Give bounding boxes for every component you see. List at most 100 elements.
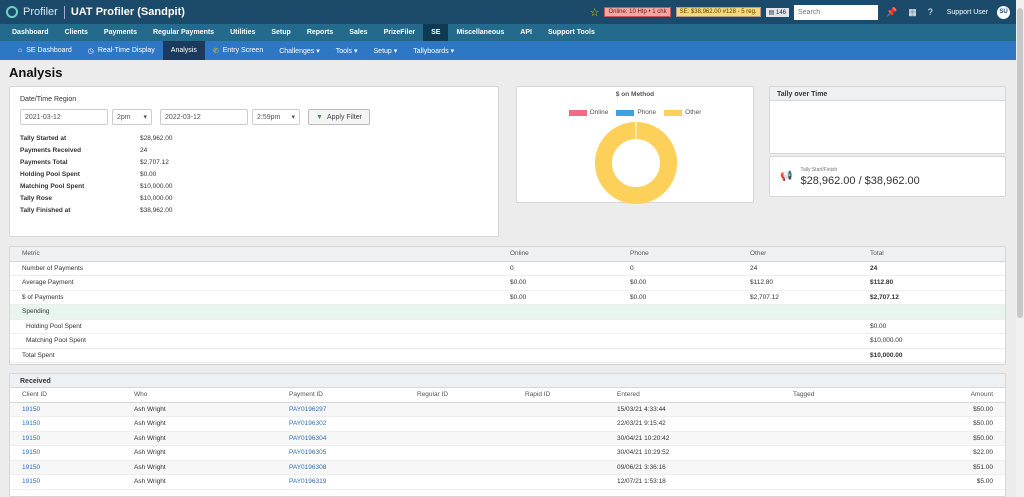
nav-se[interactable]: SE: [423, 24, 449, 41]
page-title: Analysis: [9, 65, 63, 80]
nav-utilities[interactable]: Utilities: [222, 24, 263, 41]
cell: [513, 474, 605, 490]
cell: [513, 402, 605, 417]
spending-section-row: Spending: [10, 304, 1005, 320]
cell: [513, 416, 605, 432]
nav-support-tools[interactable]: Support Tools: [540, 24, 603, 41]
start-finish-value: $28,962.00 / $38,962.00: [800, 174, 920, 187]
subnav-analysis[interactable]: Analysis: [162, 41, 205, 60]
end-time-select[interactable]: 2:59pm ▾: [252, 109, 300, 125]
divider: [63, 5, 65, 19]
column-header[interactable]: Client ID: [10, 388, 122, 403]
nav-payments[interactable]: Payments: [96, 24, 145, 41]
start-date-input[interactable]: 2021-03-12: [20, 109, 108, 125]
column-header[interactable]: Regular ID: [405, 388, 513, 403]
se-status-badge[interactable]: SE: $38,962.00 #128 - 5 reg.: [675, 7, 761, 17]
stat-value: $2,707.12: [140, 159, 169, 166]
home-icon: ⌂: [18, 47, 23, 54]
cell[interactable]: PAY0196305: [277, 445, 405, 461]
scrollbar[interactable]: [1016, 0, 1024, 497]
received-title: Received: [10, 374, 1005, 388]
cell: Ash Wright: [122, 431, 277, 446]
cell: Number of Payments: [10, 261, 498, 276]
filter-row: 2021-03-12 2pm ▾ 2022-03-12 2:59pm ▾ ▼ Appl…: [20, 109, 488, 125]
nav-api[interactable]: API: [512, 24, 540, 41]
cell[interactable]: 19150: [10, 474, 122, 490]
metrics-table-card: Metric Online Phone Other Total Number o…: [9, 246, 1006, 365]
cell[interactable]: PAY0196302: [277, 416, 405, 432]
cell[interactable]: PAY0196319: [277, 474, 405, 490]
cell: $0.00: [498, 290, 618, 305]
scrollbar-thumb[interactable]: [1017, 8, 1023, 318]
stat-label: Payments Total: [20, 159, 68, 166]
cell: $50.00: [901, 431, 1005, 446]
column-header[interactable]: Entered: [605, 388, 781, 403]
nav-prizefiler[interactable]: PrizeFiler: [376, 24, 424, 41]
cell: 24: [858, 261, 1005, 276]
start-time-select[interactable]: 2pm ▾: [112, 109, 152, 125]
top-bar: Profiler UAT Profiler (Sandpit) ☆ Online…: [0, 0, 1016, 24]
method-chart-card: $ on Method Online Phone Other: [516, 86, 754, 204]
table-row: $ of Payments $0.00 $0.00 $2,707.12 $2,7…: [10, 290, 1005, 305]
count-badge[interactable]: ▤ 146: [765, 7, 789, 17]
cell: $112.80: [858, 275, 1005, 291]
user-name[interactable]: Support User: [947, 9, 988, 16]
cell[interactable]: PAY0196297: [277, 402, 405, 417]
cell: Average Payment: [10, 275, 498, 291]
nav-miscellaneous[interactable]: Miscellaneous: [448, 24, 512, 41]
cell[interactable]: 19150: [10, 402, 122, 417]
subnav-challenges[interactable]: Challenges ▾: [271, 41, 327, 60]
column-header[interactable]: Who: [122, 388, 277, 403]
cell: [781, 431, 901, 446]
calendar-icon[interactable]: ▦: [908, 7, 917, 18]
cell[interactable]: 19150: [10, 445, 122, 461]
megaphone-icon: 📢: [780, 171, 793, 182]
cell: [513, 431, 605, 446]
cell[interactable]: PAY0196308: [277, 460, 405, 475]
column-header[interactable]: Payment ID: [277, 388, 405, 403]
cell: $51.00: [901, 460, 1005, 475]
pie-slice-other[interactable]: [595, 122, 677, 204]
subnav-entry-screen[interactable]: ✆ Entry Screen: [205, 41, 271, 60]
stat-label: Tally Rose: [20, 195, 53, 202]
avatar[interactable]: SU: [997, 5, 1010, 19]
cell: 0: [618, 261, 738, 276]
cell: $50.00: [901, 402, 1005, 417]
end-date-input[interactable]: 2022-03-12: [160, 109, 248, 125]
nav-clients[interactable]: Clients: [57, 24, 96, 41]
cell[interactable]: 19150: [10, 416, 122, 432]
logo-icon: [6, 6, 18, 18]
subnav-tools[interactable]: Tools ▾: [328, 41, 366, 60]
subnav-realtime-display[interactable]: ◷ Real-Time Display: [80, 41, 163, 60]
column-header[interactable]: Rapid ID: [513, 388, 605, 403]
brand-name[interactable]: Profiler: [23, 6, 58, 18]
column-header[interactable]: Tagged: [781, 388, 901, 403]
cell: Matching Pool Spent: [10, 333, 498, 349]
subnav-se-dashboard[interactable]: ⌂ SE Dashboard: [10, 41, 80, 60]
search-input[interactable]: [794, 4, 878, 20]
nav-sales[interactable]: Sales: [341, 24, 375, 41]
cell[interactable]: 19150: [10, 431, 122, 446]
cell: $0.00: [498, 275, 618, 291]
cell: $10,000.00: [858, 333, 1005, 349]
stats-list: Tally Started at $28,962.00 Payments Rece…: [20, 135, 488, 214]
cell: [513, 460, 605, 475]
pin-icon[interactable]: 📌: [886, 7, 897, 18]
nav-setup[interactable]: Setup: [263, 24, 298, 41]
subnav-setup[interactable]: Setup ▾: [366, 41, 406, 60]
online-status-badge[interactable]: Online: 10 Htp • 1 chk: [604, 7, 671, 17]
cell: $112.80: [738, 275, 858, 291]
nav-reports[interactable]: Reports: [299, 24, 341, 41]
cell[interactable]: 19150: [10, 460, 122, 475]
column-header[interactable]: Amount: [901, 388, 1005, 403]
stat-value: $28,962.00: [140, 135, 173, 142]
subnav-tallyboards[interactable]: Tallyboards ▾: [405, 41, 462, 60]
column-header: Online: [498, 247, 618, 262]
cell: [781, 402, 901, 417]
nav-regular-payments[interactable]: Regular Payments: [145, 24, 222, 41]
cell[interactable]: PAY0196304: [277, 431, 405, 446]
star-icon[interactable]: ☆: [590, 6, 600, 19]
apply-filter-button[interactable]: ▼ Apply Filter: [308, 109, 370, 125]
nav-dashboard[interactable]: Dashboard: [4, 24, 57, 41]
help-icon[interactable]: ?: [928, 7, 933, 17]
